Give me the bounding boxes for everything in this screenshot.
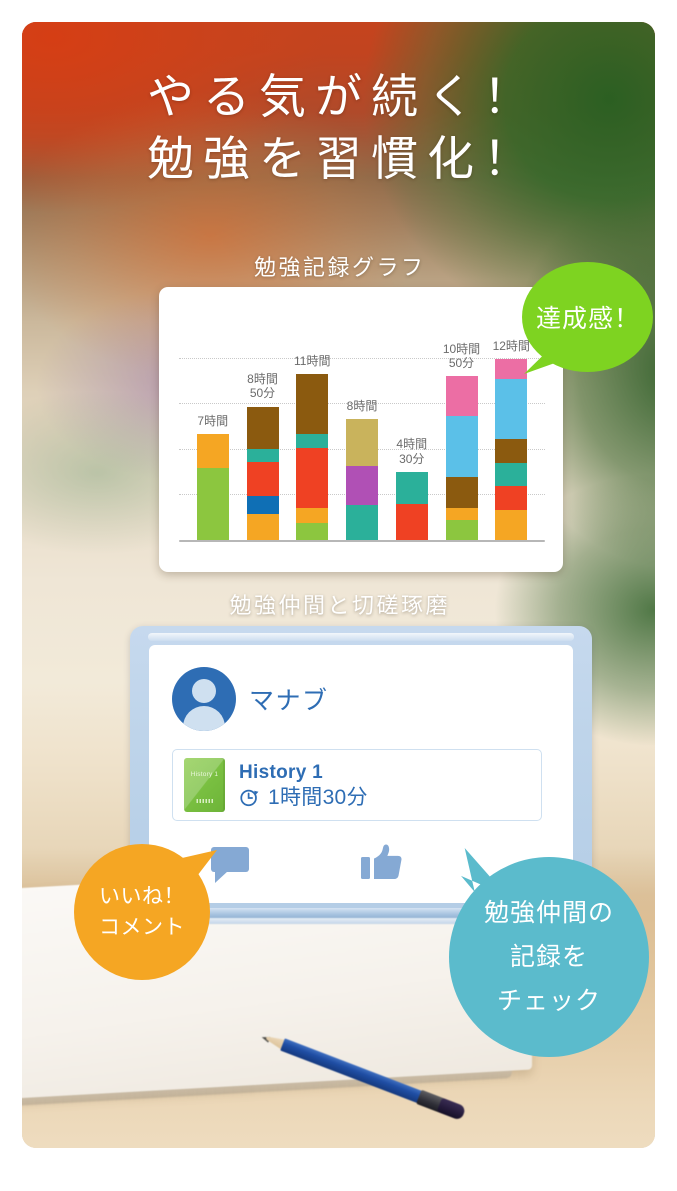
chart-bar-label-line: 10時間 <box>442 341 481 356</box>
like-comment-bubble-label: いいね！ コメント <box>74 844 210 980</box>
like-comment-line-1: いいね！ <box>99 885 185 908</box>
chart-bar-segment <box>495 378 528 439</box>
profile-row: マナブ <box>172 667 329 731</box>
promo-banner: やる気が続く！ 勉強を習慣化！ 勉強記録グラフ 7時間 8時間 50分 11時間 8時間… <box>0 0 677 1191</box>
check-friends-line-3: チェック <box>496 987 601 1015</box>
chart-bar-segment <box>296 508 329 524</box>
laptop-lid-highlight <box>148 633 574 641</box>
chart-bar-label: 10時間 50分 <box>443 342 480 371</box>
chart-bar-segment <box>445 376 478 416</box>
check-friends-bubble-label: 勉強仲間の 記録を チェック <box>449 857 649 1057</box>
chart-bar-segment <box>346 466 378 506</box>
chart-gridline <box>179 358 545 359</box>
comment-icon-tail <box>215 871 228 883</box>
chart-bar-label: 7時間 <box>197 414 228 429</box>
book-sheen <box>184 758 225 812</box>
chart-bar-segment <box>196 434 229 468</box>
record-time: 1時間30分 <box>268 786 368 809</box>
chart-bar-label-line: 7時間 <box>197 413 229 428</box>
chart-bar-segment <box>346 419 378 467</box>
chart-bar <box>346 419 378 540</box>
book-icon-label: History 1 <box>190 771 219 778</box>
chart-bar-label: 4時間 30分 <box>396 437 427 466</box>
chart-bar-segment <box>246 406 279 449</box>
chart-bar-segment <box>495 485 528 510</box>
clock-icon <box>240 789 259 807</box>
chart-bar-segment <box>495 438 528 464</box>
social-caption: 勉強仲間と切磋琢磨 <box>229 593 450 618</box>
chart-bar-label: 8時間 <box>347 399 378 414</box>
record-text-group: History 1 1時間30分 <box>239 761 368 809</box>
achievement-bubble: 達成感！ <box>522 262 653 374</box>
profile-name: マナブ <box>249 687 329 715</box>
comment-icon-box <box>211 847 249 872</box>
book-icon: History 1 <box>184 758 225 812</box>
chart-bar-label-line: 50分 <box>448 356 475 371</box>
chart-bar-segment <box>395 472 428 504</box>
like-comment-bubble: いいね！ コメント <box>74 844 217 980</box>
chart-bar-segment <box>296 448 329 509</box>
chart-bar-segment <box>196 467 229 540</box>
chart-bar-label-line: 50分 <box>249 386 276 401</box>
chart-bar <box>445 376 478 540</box>
chart-bar-label-line: 8時間 <box>247 371 278 386</box>
chart-bar-segment <box>445 520 478 540</box>
check-friends-line-2: 記録を <box>509 943 588 971</box>
chart-bar-segment <box>296 523 329 540</box>
check-friends-bubble: 勉強仲間の 記録を チェック <box>449 848 649 1057</box>
chart-bar-segment <box>246 448 279 462</box>
chart-bar-segment <box>246 496 279 515</box>
chart-bar-segment <box>246 514 279 540</box>
photo-frame: やる気が続く！ 勉強を習慣化！ 勉強記録グラフ 7時間 8時間 50分 11時間 8時間… <box>22 22 655 1148</box>
achievement-bubble-label: 達成感！ <box>535 305 640 333</box>
chart-bar-segment <box>395 503 428 540</box>
study-record-item[interactable]: History 1 History 1 1時間30分 <box>172 749 542 821</box>
chart-plot-area: 7時間 8時間 50分 11時間 8時間 4時間 30分 10時間 50分 12時間 <box>179 305 545 554</box>
chart-bar-segment <box>495 463 528 486</box>
chart-bar-segment <box>346 505 378 540</box>
chart-bar-segment <box>445 477 478 508</box>
chart-bar-label-line: 8時間 <box>346 398 378 413</box>
comment-icon[interactable] <box>211 847 249 883</box>
avatar-head <box>192 679 216 703</box>
record-title: History 1 <box>239 762 324 783</box>
chart-bar <box>246 406 279 540</box>
chart-bar-segment <box>296 434 329 449</box>
chart-bar <box>395 472 428 540</box>
chart-bar-label: 11時間 <box>294 354 330 369</box>
chart-bar-segment <box>246 461 279 497</box>
thumbs-up-icon[interactable] <box>361 843 403 883</box>
study-record-chart-card: 7時間 8時間 50分 11時間 8時間 4時間 30分 10時間 50分 12時間 <box>159 287 563 572</box>
chart-bar-segment <box>445 507 478 521</box>
person-avatar-icon <box>172 667 236 731</box>
check-friends-line-1: 勉強仲間の <box>483 899 614 927</box>
chart-bar <box>196 434 229 540</box>
chart-bar-label-line: 30分 <box>399 451 425 466</box>
chart-bar <box>495 359 528 540</box>
chart-bar-label-line: 11時間 <box>294 353 331 368</box>
chart-bar-label: 8時間 50分 <box>247 372 278 401</box>
chart-bar-segment <box>495 509 528 540</box>
chart-bar-segment <box>445 415 478 478</box>
book-lines <box>196 799 213 803</box>
avatar-body <box>183 706 225 731</box>
chart-bar <box>296 374 329 540</box>
chart-bar-label-line: 4時間 <box>396 437 428 452</box>
chart-bar-segment <box>296 374 329 435</box>
chart-baseline <box>179 540 545 542</box>
like-comment-line-2: コメント <box>99 916 185 939</box>
record-time-row: 1時間30分 <box>239 786 368 809</box>
